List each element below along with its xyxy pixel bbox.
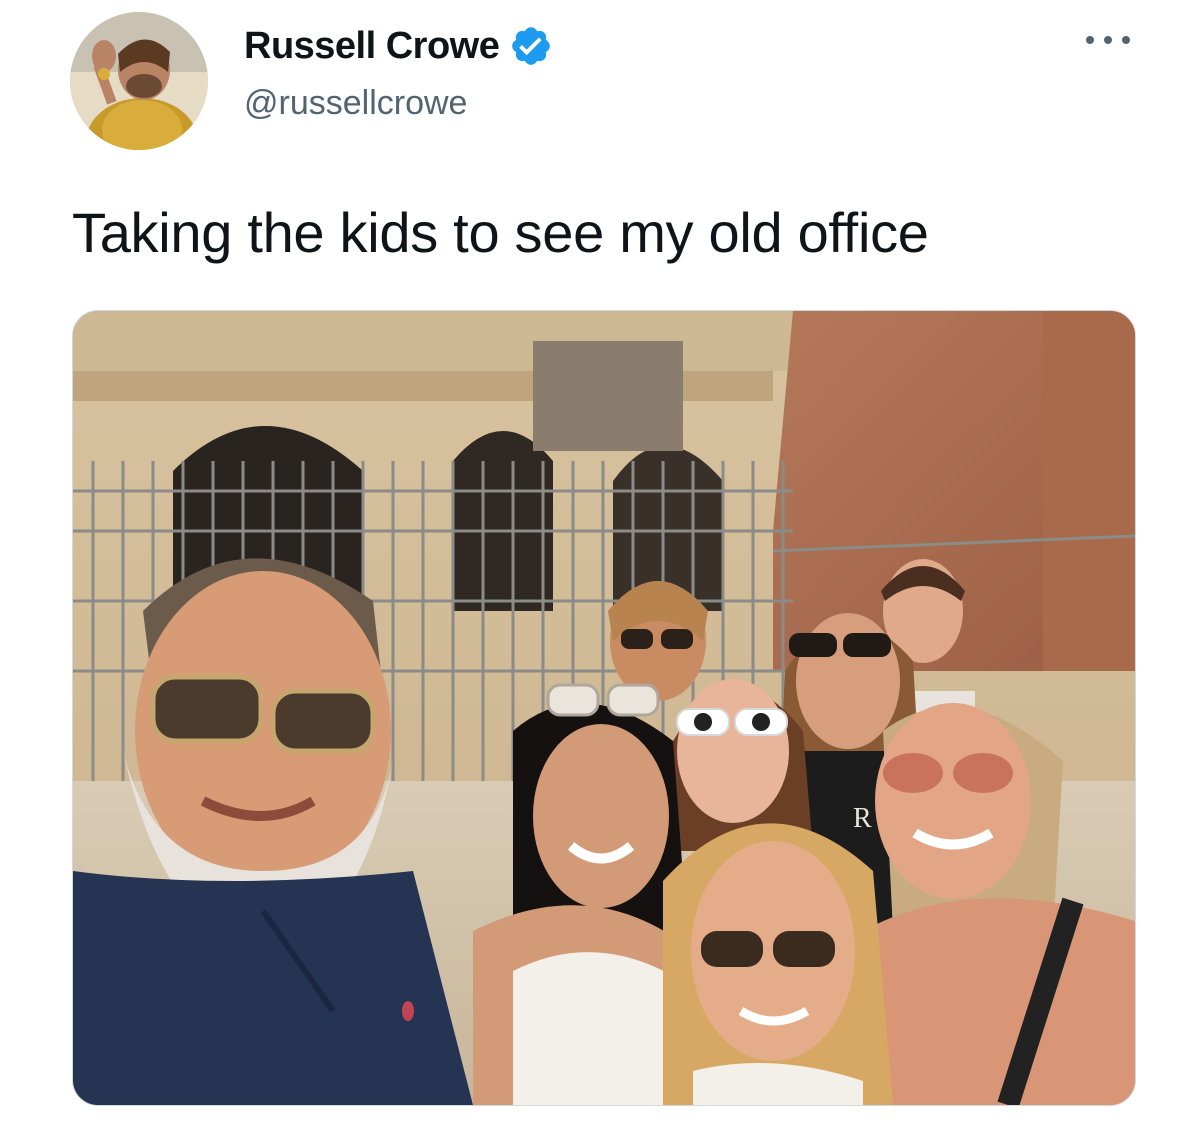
author-handle[interactable]: @russellcrowe: [244, 84, 467, 123]
more-horizontal-icon[interactable]: [1086, 30, 1130, 50]
avatar-image: [70, 12, 208, 150]
person-front-woman-blonde: [663, 823, 893, 1105]
photo-illustration: R: [73, 311, 1135, 1105]
more-dot: [1104, 36, 1112, 44]
tweet-text: Taking the kids to see my old office: [72, 201, 929, 264]
arch-2: [453, 431, 553, 611]
author-name[interactable]: Russell Crowe: [244, 25, 500, 68]
more-dot: [1122, 36, 1130, 44]
shirt-text: R: [853, 803, 872, 834]
avatar[interactable]: [70, 12, 208, 150]
more-dot: [1086, 36, 1094, 44]
tweet-photo[interactable]: R: [72, 310, 1136, 1106]
author-row: Russell Crowe: [244, 24, 553, 68]
verified-badge-icon: [512, 27, 551, 65]
